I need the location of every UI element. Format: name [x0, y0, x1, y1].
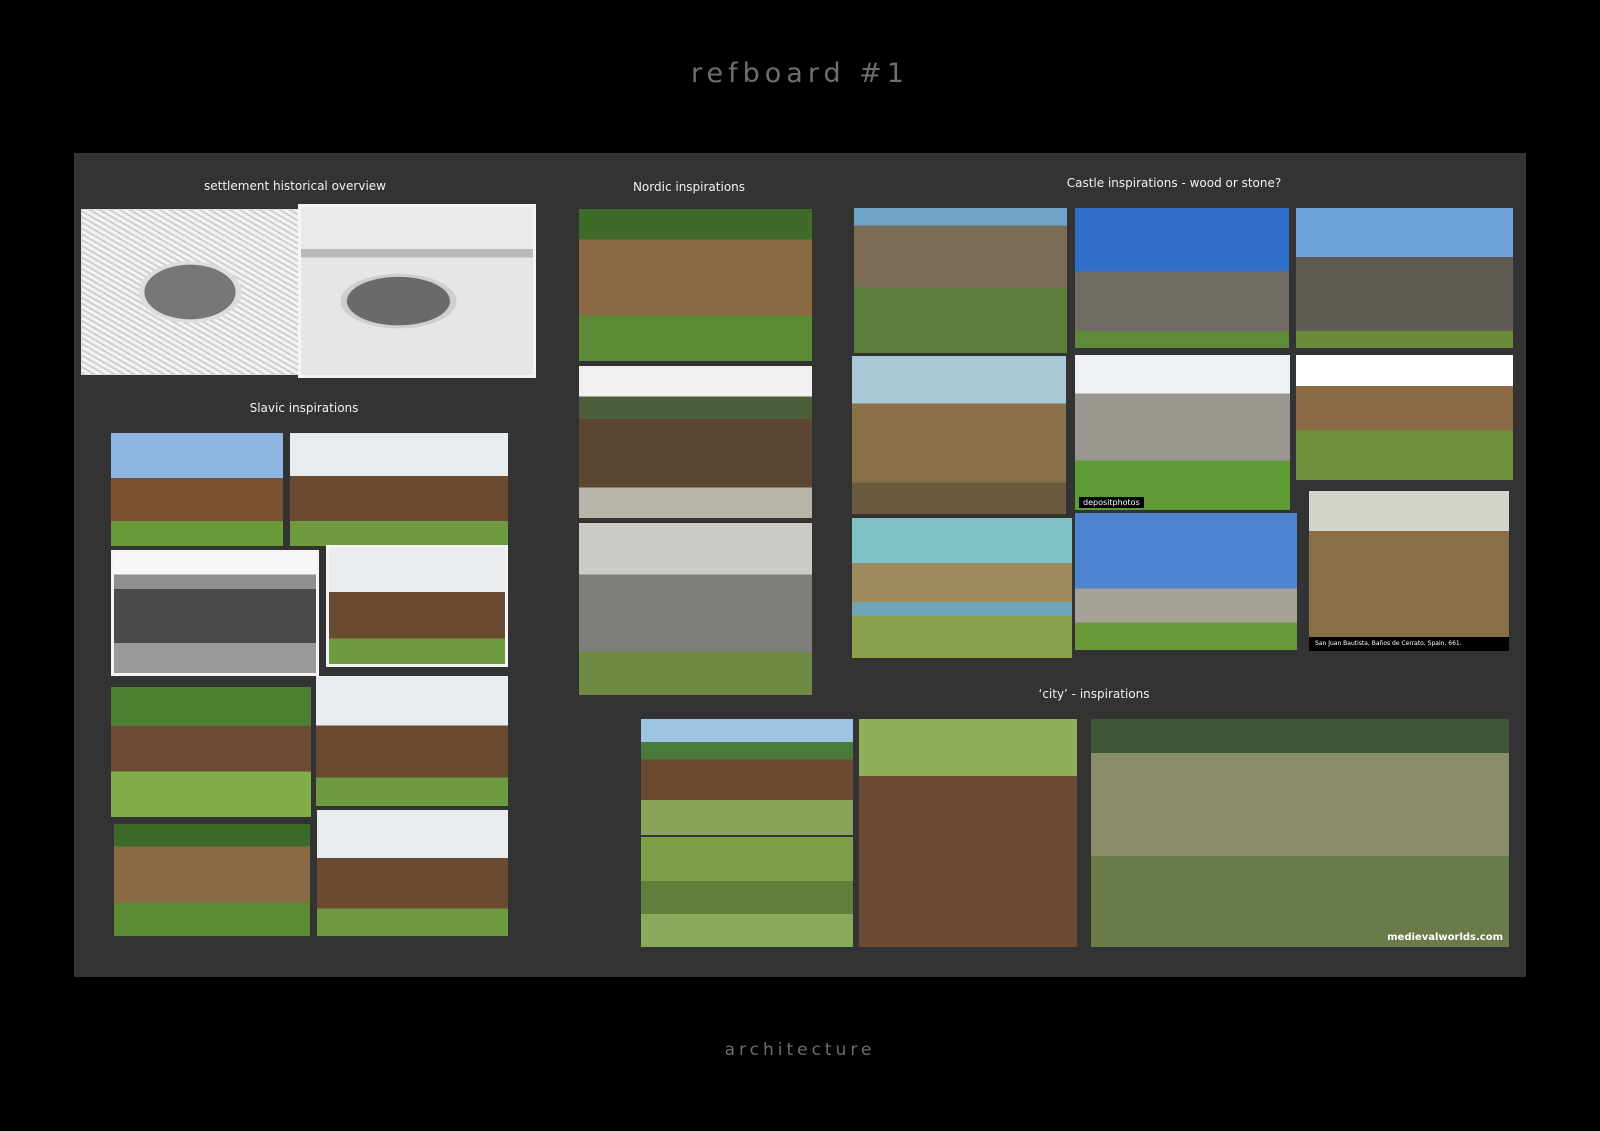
city-diorama-image — [859, 719, 1077, 947]
city-market-image — [641, 719, 853, 835]
nordic-longhouse-image — [579, 366, 812, 518]
slavic-bw-house-image — [111, 550, 319, 676]
section-title-settlement: settlement historical overview — [204, 179, 386, 193]
slavic-thatch-house-image — [114, 824, 310, 936]
medievalworlds-watermark: medievalworlds.com — [1387, 932, 1503, 943]
castle-ruined-walls-image — [1296, 355, 1513, 480]
section-title-slavic: Slavic inspirations — [249, 401, 359, 415]
settlement-sketch-image — [81, 209, 299, 375]
reference-board: settlement historical overview Slavic in… — [74, 153, 1526, 977]
nordic-village-street-image — [579, 523, 812, 695]
section-title-nordic: Nordic inspirations — [632, 180, 746, 194]
castle-wooden-city-painting — [854, 208, 1067, 353]
slavic-palisade-image — [290, 433, 508, 546]
castle-hilltop-painting — [852, 518, 1072, 658]
slavic-houses-image — [316, 676, 508, 806]
castle-stone-church-image: San Juan Bautista, Baños de Cerrato, Spa… — [1309, 491, 1509, 651]
castle-wooden-gate-painting — [852, 356, 1066, 514]
castle-stone-ruin-image — [1075, 208, 1289, 348]
city-model-image — [641, 837, 853, 947]
slavic-row-houses-image — [317, 810, 508, 936]
depositphotos-watermark: depositphotos — [1079, 497, 1144, 508]
castle-walled-keep-image: depositphotos — [1075, 355, 1290, 510]
section-title-castle: Castle inspirations - wood or stone? — [1066, 176, 1282, 190]
church-caption: San Juan Bautista, Baños de Cerrato, Spa… — [1309, 637, 1509, 651]
page-footer: architecture — [724, 1040, 876, 1060]
page-title: refboard #1 — [691, 58, 909, 89]
castle-stone-tower-image — [1296, 208, 1513, 348]
city-aerial-render-image: medievalworlds.com — [1091, 719, 1509, 947]
slavic-gate-tower-image — [326, 545, 508, 667]
slavic-village-image — [111, 687, 311, 817]
section-title-city: ‘city’ - inspirations — [1038, 687, 1150, 701]
castle-wooden-keep-image — [1075, 513, 1297, 650]
settlement-illustration-image — [298, 204, 536, 378]
nordic-aframe-house-image — [579, 209, 812, 361]
slavic-fort-tower-image — [111, 433, 283, 546]
